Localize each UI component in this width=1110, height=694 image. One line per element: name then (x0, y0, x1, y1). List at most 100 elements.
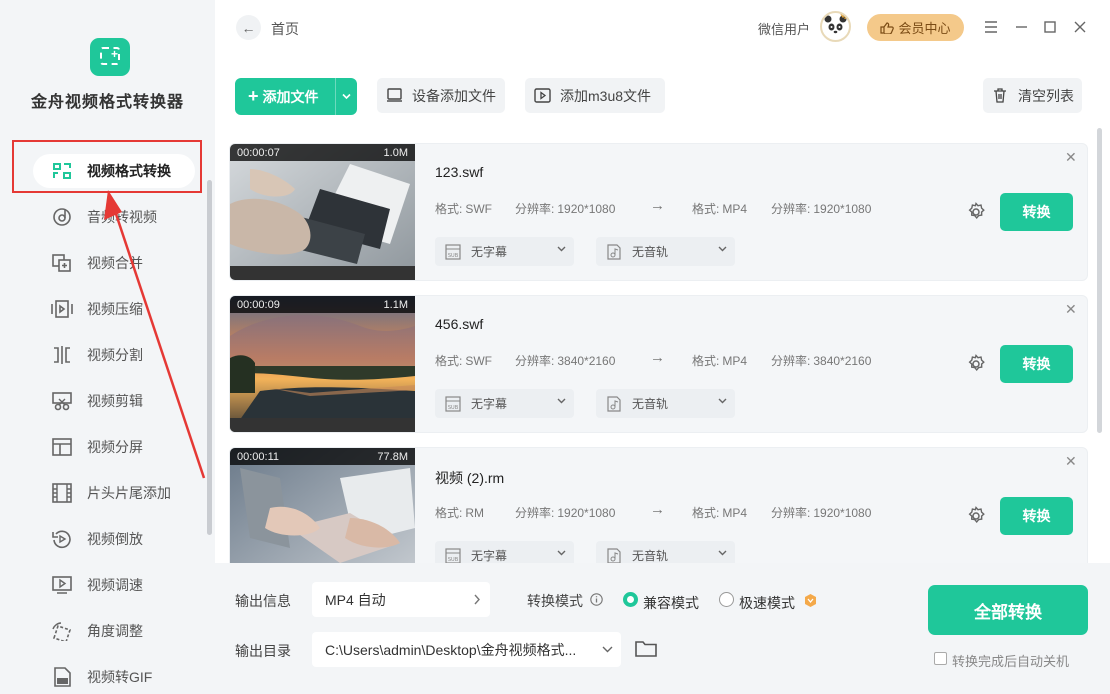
speed-icon (52, 576, 72, 594)
sidebar-item-label: 音频转视频 (87, 209, 157, 225)
video-thumbnail[interactable]: 00:00:09 1.1M (230, 296, 415, 432)
remove-file-close-icon[interactable]: ✕ (1065, 453, 1077, 470)
compat-mode-radio[interactable] (623, 592, 638, 607)
minimize-button[interactable] (1011, 17, 1031, 37)
subtitle-value: 无字幕 (471, 549, 508, 563)
sidebar: + 金舟视频格式转换器 视频格式转换 音频转视频 视频合并 视频压缩 视频分割 … (0, 0, 215, 694)
sidebar-item-intro-outro[interactable]: 片头片尾添加 (0, 470, 215, 516)
music-disc-icon (53, 208, 71, 226)
source-resolution: 分辨率: 1920*1080 (515, 200, 615, 217)
maximize-button[interactable] (1040, 17, 1060, 37)
target-resolution-value: 3840*2160 (813, 354, 872, 368)
file-size: 77.8M (377, 450, 408, 463)
output-format-select[interactable]: MP4 自动 (312, 582, 490, 617)
chevron-down-icon (557, 246, 566, 252)
info-icon[interactable] (590, 593, 603, 606)
convert-button[interactable]: 转换 (1000, 193, 1073, 231)
subtitle-value: 无字幕 (471, 245, 508, 259)
format-label: 格式: (435, 506, 463, 520)
sidebar-item-split[interactable]: 视频分割 (0, 332, 215, 378)
output-dir-select[interactable]: C:\Users\admin\Desktop\金舟视频格式... (312, 632, 621, 667)
sidebar-item-merge[interactable]: 视频合并 (0, 240, 215, 286)
file-list-scrollbar[interactable] (1097, 128, 1102, 433)
gear-icon[interactable] (966, 202, 986, 222)
sidebar-item-split-screen[interactable]: 视频分屏 (0, 424, 215, 470)
close-window-button[interactable] (1070, 17, 1090, 37)
hamburger-icon (985, 21, 997, 33)
auto-shutdown-label[interactable]: 转换完成后自动关机 (952, 651, 1069, 670)
film-icon (52, 483, 72, 503)
sidebar-item-label: 片头片尾添加 (87, 485, 171, 501)
app-logo-icon: + (90, 38, 130, 76)
video-thumbnail[interactable]: 00:00:07 1.0M (230, 144, 415, 280)
plus-icon: + (248, 86, 259, 106)
vip-badge-icon (805, 594, 816, 607)
duration: 00:00:09 (237, 298, 280, 311)
add-file-button[interactable]: + 添加文件 (235, 78, 357, 115)
clear-list-button[interactable]: 清空列表 (983, 78, 1082, 113)
menu-button[interactable] (981, 17, 1001, 37)
subtitle-select[interactable]: SUB 无字幕 (435, 389, 574, 418)
fast-mode-label[interactable]: 极速模式 (739, 593, 795, 613)
sidebar-item-audio-to-video[interactable]: 音频转视频 (0, 194, 215, 240)
arrow-right-icon: → (650, 197, 665, 214)
sidebar-item-label: 角度调整 (87, 623, 143, 639)
file-name: 视频 (2).rm (435, 470, 505, 486)
sidebar-scrollbar[interactable] (207, 180, 212, 535)
audio-track-select[interactable]: 无音轨 (596, 237, 735, 266)
username[interactable]: 微信用户 (758, 19, 810, 38)
sidebar-item-speed[interactable]: 视频调速 (0, 562, 215, 608)
convert-mode-label: 转换模式 (527, 593, 583, 609)
add-m3u8-button[interactable]: 添加m3u8文件 (525, 78, 665, 113)
device-add-file-button[interactable]: 设备添加文件 (377, 78, 505, 113)
chevron-right-icon (474, 594, 480, 605)
sidebar-item-reverse[interactable]: 视频倒放 (0, 516, 215, 562)
back-button[interactable]: ← (236, 15, 261, 40)
thumbnail-sunset-image (230, 296, 415, 432)
avatar[interactable] (820, 11, 851, 42)
convert-button[interactable]: 转换 (1000, 345, 1073, 383)
sidebar-item-compress[interactable]: 视频压缩 (0, 286, 215, 332)
source-resolution: 分辨率: 1920*1080 (515, 504, 615, 521)
gear-icon[interactable] (966, 354, 986, 374)
folder-icon[interactable] (635, 639, 657, 658)
resolution-label: 分辨率: (515, 506, 555, 520)
duration: 00:00:11 (237, 450, 280, 463)
gif-icon (54, 667, 71, 687)
source-format-value: SWF (465, 354, 493, 368)
fast-mode-radio[interactable] (719, 592, 734, 607)
file-size: 1.1M (383, 298, 408, 311)
add-m3u8-label: 添加m3u8文件 (560, 87, 652, 104)
subtitle-icon: SUB (445, 395, 461, 412)
format-label: 格式: (435, 202, 463, 216)
audio-track-value: 无音轨 (632, 549, 669, 563)
maximize-icon (1044, 21, 1056, 33)
resolution-label: 分辨率: (771, 354, 811, 368)
target-format: 格式: MP4 (692, 352, 747, 369)
convert-all-button[interactable]: 全部转换 (928, 585, 1088, 635)
subtitle-icon: SUB (445, 243, 461, 260)
file-size: 1.0M (383, 146, 408, 159)
chevron-down-icon (718, 398, 727, 404)
device-icon (386, 88, 402, 102)
remove-file-close-icon[interactable]: ✕ (1065, 301, 1077, 318)
breadcrumb[interactable]: 首页 (271, 19, 299, 39)
compat-mode-label[interactable]: 兼容模式 (643, 593, 699, 613)
audio-track-select[interactable]: 无音轨 (596, 389, 735, 418)
subtitle-value: 无字幕 (471, 397, 508, 411)
target-resolution: 分辨率: 3840*2160 (771, 352, 871, 369)
svg-text:SUB: SUB (448, 405, 459, 411)
auto-shutdown-checkbox[interactable] (934, 652, 947, 665)
convert-button[interactable]: 转换 (1000, 497, 1073, 535)
chevron-down-icon[interactable] (341, 91, 352, 102)
target-resolution-value: 1920*1080 (813, 506, 872, 520)
file-name: 456.swf (435, 316, 484, 332)
thumb-up-icon (880, 21, 895, 34)
sidebar-item-to-gif[interactable]: 视频转GIF (0, 654, 215, 694)
sidebar-item-edit[interactable]: 视频剪辑 (0, 378, 215, 424)
remove-file-close-icon[interactable]: ✕ (1065, 149, 1077, 166)
vip-center-button[interactable]: 会员中心 (867, 14, 964, 41)
gear-icon[interactable] (966, 506, 986, 526)
subtitle-select[interactable]: SUB 无字幕 (435, 237, 574, 266)
sidebar-item-rotate[interactable]: 角度调整 (0, 608, 215, 654)
